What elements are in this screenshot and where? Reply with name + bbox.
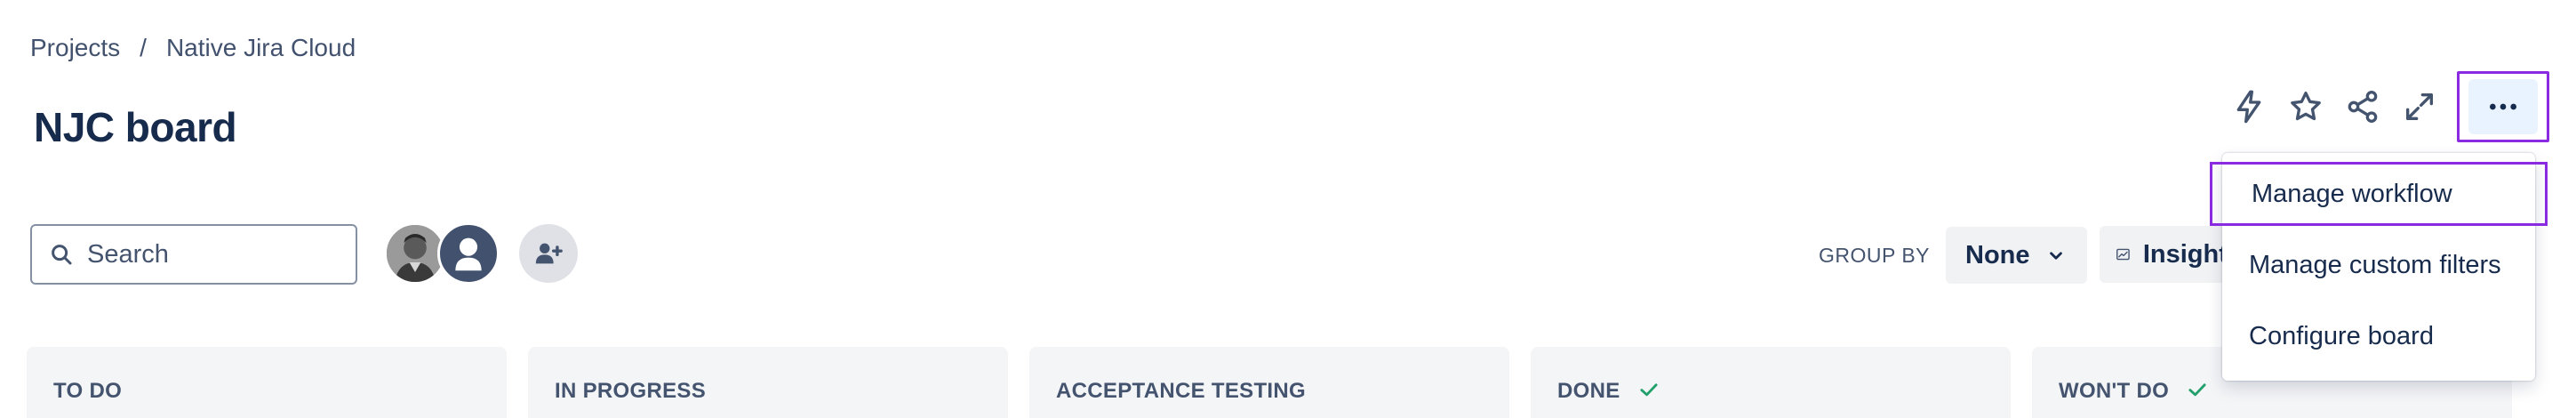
breadcrumb: Projects / Native Jira Cloud [30,34,356,62]
assignee-filter [384,222,578,285]
check-icon [2188,383,2206,397]
column-title: IN PROGRESS [555,379,706,403]
board-columns: TO DO IN PROGRESS ACCEPTANCE TESTING DON… [27,347,2512,418]
board-column: ACCEPTANCE TESTING [1029,347,1509,418]
column-title: WON'T DO [2059,379,2170,403]
menu-item-manage-custom-filters[interactable]: Manage custom filters [2222,229,2535,301]
menu-item-configure-board[interactable]: Configure board [2222,301,2535,372]
more-actions-menu: Manage workflow Manage custom filters Co… [2210,153,2548,381]
board-column: IN PROGRESS [528,347,1008,418]
avatar[interactable] [437,222,500,285]
check-icon [1639,383,1658,397]
column-title: DONE [1557,379,1620,403]
more-actions-button[interactable] [2468,79,2538,134]
group-by-value: None [1965,240,2030,269]
group-by-label: GROUP BY [1819,243,1930,267]
header-actions [2220,71,2549,142]
breadcrumb-project-link[interactable]: Native Jira Cloud [166,34,356,62]
user-icon [455,237,482,271]
menu-item-manage-workflow[interactable]: Manage workflow [2210,162,2548,226]
automation-button[interactable] [2220,78,2277,135]
more-icon [2490,103,2516,110]
search-input[interactable] [87,239,336,269]
column-title: TO DO [53,379,123,403]
chevron-down-icon [2049,252,2062,260]
fullscreen-button[interactable] [2391,78,2448,135]
more-actions-highlight [2457,71,2549,142]
page-title: NJC board [34,104,237,150]
star-icon [2291,92,2321,121]
star-button[interactable] [2277,78,2334,135]
user-photo-icon [387,225,444,282]
insights-button[interactable]: Insights [2100,226,2242,283]
board-column: DONE [1531,347,2011,418]
breadcrumb-projects-link[interactable]: Projects [30,34,120,62]
share-button[interactable] [2334,78,2391,135]
share-icon [2348,91,2378,124]
board-column: TO DO [27,347,507,418]
group-by-control: GROUP BY None [1819,226,2087,285]
insights-chart-icon [2116,248,2130,261]
add-people-button[interactable] [519,224,578,283]
column-title: ACCEPTANCE TESTING [1056,379,1306,403]
lightning-icon [2236,90,2261,124]
search-field[interactable] [30,224,357,285]
group-by-select[interactable]: None [1946,227,2087,284]
breadcrumb-separator: / [140,34,147,61]
board-page: Projects / Native Jira Cloud NJC board S… [0,0,2576,418]
search-icon [52,245,72,265]
add-user-icon [535,243,563,264]
expand-icon [2406,93,2433,120]
